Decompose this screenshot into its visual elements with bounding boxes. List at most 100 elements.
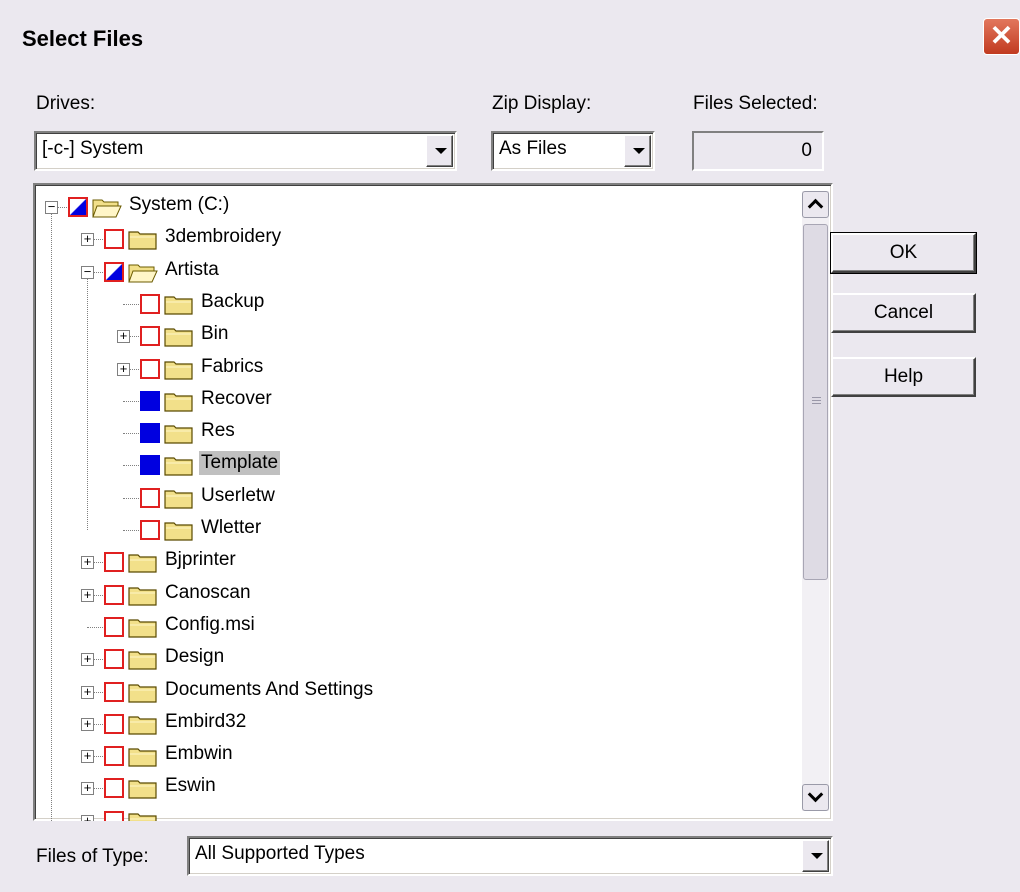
folder-icon [128,551,158,573]
tree-connector-line [123,303,141,305]
checkbox-icon[interactable] [68,197,88,217]
tree-item[interactable]: − System (C:) [33,191,823,223]
checkbox-icon[interactable] [104,778,124,799]
tree-connector-line [123,400,141,402]
tree-item-label: Fabrics [201,355,264,377]
folder-tree[interactable]: − System (C:) +3dembroidery − Artista Backup +… [33,183,833,821]
expand-icon[interactable]: + [81,555,94,570]
tree-item-label: Embird32 [165,710,247,732]
expand-icon[interactable]: + [81,652,94,667]
checkbox-icon[interactable] [104,713,124,734]
tree-item-label: Embwin [165,743,233,765]
tree-item[interactable]: +3dembroidery [33,223,823,255]
tree-item-label: Wletter [201,517,262,538]
scroll-up-icon[interactable] [802,191,829,218]
scroll-thumb[interactable] [803,224,828,580]
tree-item-label: System (C:) [129,194,230,215]
checkbox-icon[interactable] [104,649,124,670]
close-button[interactable]: ✕ [983,18,1020,55]
tree-scrollbar[interactable] [802,191,829,811]
drives-combobox[interactable]: [-c-] System [34,131,457,171]
expand-icon[interactable]: + [81,588,94,602]
files-selected-field: 0 [692,131,824,171]
files-of-type-dropdown-arrow-icon[interactable] [802,840,829,872]
tree-item[interactable]: + Embird32 [33,708,823,740]
scroll-down-icon[interactable] [802,784,829,811]
expand-icon[interactable]: + [117,362,130,376]
expand-icon[interactable]: + [81,749,94,764]
checkbox-icon[interactable] [140,487,160,508]
tree-item-label: Design [165,646,225,668]
folder-icon [164,519,194,541]
tree-connector-line [87,626,105,628]
tree-item[interactable]: − Artista [33,256,823,288]
checkbox-icon[interactable] [140,390,160,411]
tree-item[interactable]: + Documents And Settings [33,676,823,708]
checkbox-icon[interactable] [140,293,160,314]
tree-item-label: Backup [201,290,265,312]
tree-item-label: Canoscan [165,581,251,603]
folder-icon [128,777,158,799]
tree-item[interactable]: + [33,805,823,821]
folder-icon [128,584,158,606]
zip-display-combobox[interactable]: As Files [491,131,655,171]
tree-item-label: Res [201,420,235,442]
checkbox-icon[interactable] [140,520,160,540]
checkbox-icon[interactable] [140,358,160,379]
tree-item[interactable]: Res [33,417,823,449]
tree-item[interactable]: + Design [33,643,823,675]
tree-connector-line [123,433,141,435]
checkbox-icon[interactable] [140,455,160,476]
tree-item[interactable]: + Fabrics [33,353,823,385]
files-of-type-label: Files of Type: [36,846,149,867]
tree-item[interactable]: Template [33,449,823,481]
checkbox-icon[interactable] [104,681,124,702]
checkbox-icon[interactable] [104,810,124,821]
folder-icon [164,358,194,380]
tree-item[interactable]: Recover [33,385,823,417]
dialog-title: Select Files [22,26,144,51]
tree-item[interactable]: + Canoscan [33,579,823,611]
checkbox-icon[interactable] [104,261,124,282]
help-button[interactable]: Help [831,357,976,397]
ok-button[interactable]: OK [830,232,977,274]
folder-icon [164,293,194,315]
folder-icon [164,454,194,476]
files-of-type-value: All Supported Types [195,843,365,864]
folder-open-icon [92,196,122,218]
folder-icon [128,745,158,767]
tree-item[interactable]: + Eswin [33,772,823,804]
files-of-type-combobox[interactable]: All Supported Types [187,836,833,876]
folder-icon [128,713,158,735]
tree-item[interactable]: + Bjprinter [33,546,823,578]
collapse-icon[interactable]: − [45,200,58,214]
tree-item[interactable]: + Embwin [33,740,823,772]
checkbox-icon[interactable] [104,552,124,573]
tree-connector-line [123,530,141,531]
tree-item[interactable]: Userletw [33,482,823,514]
expand-icon[interactable]: + [81,685,94,699]
checkbox-icon[interactable] [104,616,124,637]
checkbox-icon[interactable] [104,746,124,767]
tree-item[interactable]: Wletter [33,514,823,546]
zip-display-dropdown-arrow-icon[interactable] [624,135,651,167]
checkbox-icon[interactable] [140,423,160,444]
tree-item-label: Config.msi [165,613,255,635]
expand-icon[interactable]: + [81,814,94,821]
expand-icon[interactable]: + [117,329,130,344]
collapse-icon[interactable]: − [81,265,94,279]
expand-icon[interactable]: + [81,232,94,247]
tree-item[interactable]: Config.msi [33,611,823,643]
cancel-button[interactable]: Cancel [831,293,976,333]
expand-icon[interactable]: + [81,717,94,731]
folder-icon [128,648,158,670]
drives-dropdown-arrow-icon[interactable] [426,135,453,167]
checkbox-icon[interactable] [104,229,124,250]
tree-item[interactable]: + Bin [33,320,823,352]
folder-icon [164,325,194,347]
checkbox-icon[interactable] [104,584,124,605]
checkbox-icon[interactable] [140,326,160,347]
folder-icon [128,681,158,703]
expand-icon[interactable]: + [81,781,94,796]
tree-item[interactable]: Backup [33,288,823,320]
